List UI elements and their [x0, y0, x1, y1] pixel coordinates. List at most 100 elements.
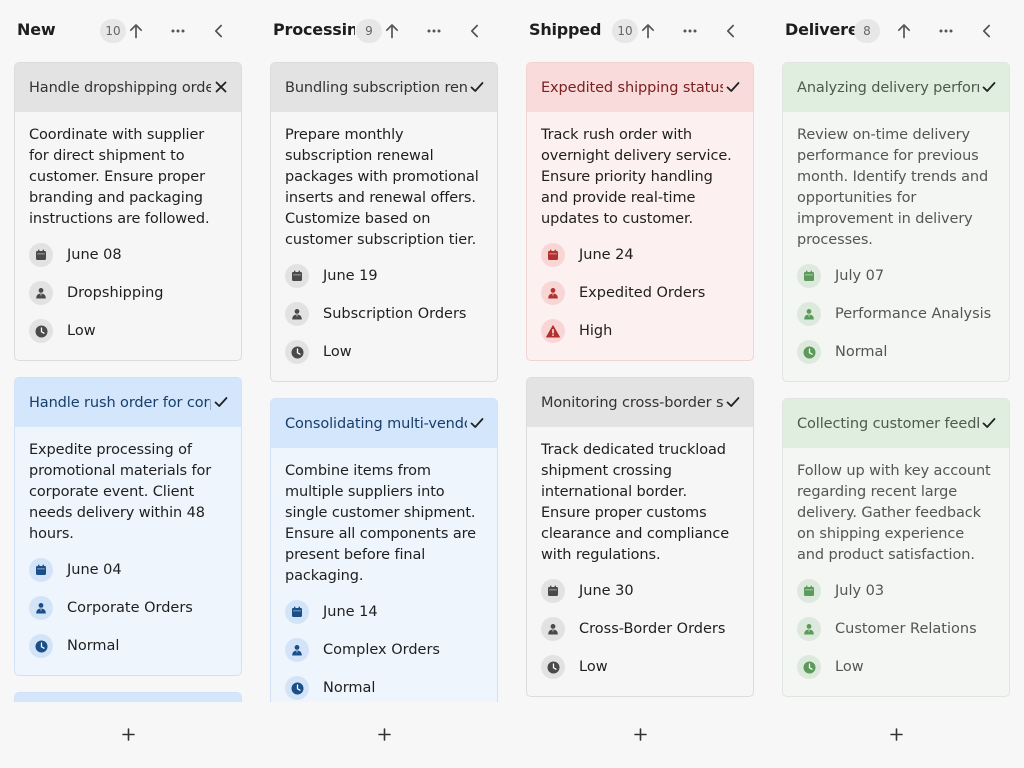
more-options-button[interactable] — [932, 17, 960, 45]
column-delivered: Delivered 8 Analyzing delivery performan… — [768, 0, 1024, 768]
arrow-up-icon — [641, 23, 655, 39]
task-card[interactable]: Monitoring cross-border shipment Track d… — [526, 377, 754, 697]
clock-icon — [29, 319, 53, 343]
card-date: June 08 — [67, 247, 122, 263]
card-title: Handle dropshipping orders — [29, 79, 211, 96]
more-options-button[interactable] — [676, 17, 704, 45]
card-priority: Normal — [67, 638, 120, 654]
column-card-list[interactable]: Handle dropshipping orders Coordinate wi… — [14, 62, 242, 702]
collapse-column-button[interactable] — [460, 17, 488, 45]
complete-card-button[interactable] — [725, 79, 741, 95]
plus-icon — [633, 726, 647, 745]
column-title: Shipped — [529, 20, 602, 39]
task-card[interactable]: Bundling subscription renewals Prepare m… — [270, 62, 498, 382]
check-icon — [982, 414, 996, 433]
card-body: Track rush order with overnight delivery… — [527, 112, 753, 360]
more-options-button[interactable] — [420, 17, 448, 45]
column-card-list[interactable]: Bundling subscription renewals Prepare m… — [270, 62, 498, 702]
kanban-board: New 10 Handle dropshipping orders Coordi… — [0, 0, 1024, 768]
collapse-column-button[interactable] — [972, 17, 1000, 45]
card-category-row: Complex Orders — [285, 637, 483, 663]
task-card[interactable]: Consolidating multi-vendor order Combine… — [270, 398, 498, 702]
collapse-column-button[interactable] — [204, 17, 232, 45]
column-count-badge: 8 — [854, 19, 880, 43]
arrow-up-icon — [897, 23, 911, 39]
move-up-button[interactable] — [378, 17, 406, 45]
add-card-button[interactable] — [768, 722, 1024, 748]
check-icon — [726, 78, 740, 97]
plus-icon — [121, 726, 135, 745]
complete-card-button[interactable] — [469, 79, 485, 95]
check-icon — [470, 78, 484, 97]
task-card[interactable]: Handle dropshipping orders Coordinate wi… — [14, 62, 242, 361]
card-date-row: June 08 — [29, 242, 227, 268]
card-body: Coordinate with supplier for direct ship… — [15, 112, 241, 360]
card-category: Cross-Border Orders — [579, 621, 726, 637]
card-priority: Normal — [323, 680, 376, 696]
add-card-button[interactable] — [0, 722, 256, 748]
complete-card-button[interactable] — [981, 79, 997, 95]
calendar-icon — [797, 264, 821, 288]
check-icon — [214, 393, 228, 412]
card-description: Track dedicated truckload shipment cross… — [541, 442, 730, 563]
column-header: Processing 9 — [256, 14, 512, 48]
column-title: Processing — [273, 20, 355, 39]
check-icon — [726, 393, 740, 412]
move-up-button[interactable] — [122, 17, 150, 45]
clock-icon — [29, 634, 53, 658]
card-category-row: Performance Analysis — [797, 301, 995, 327]
card-priority: Low — [323, 344, 352, 360]
task-card[interactable]: Analyzing delivery performance Review on… — [782, 62, 1010, 382]
card-priority: Low — [835, 659, 864, 675]
complete-card-button[interactable] — [213, 394, 229, 410]
card-date: June 24 — [579, 247, 634, 263]
close-icon — [215, 78, 227, 97]
column-card-list[interactable]: Expedited shipping status update Track r… — [526, 62, 754, 702]
move-up-button[interactable] — [634, 17, 662, 45]
card-title: Bundling subscription renewals — [285, 79, 467, 96]
complete-card-button[interactable] — [469, 415, 485, 431]
add-card-button[interactable] — [512, 722, 768, 748]
card-body: Follow up with key account regarding rec… — [783, 448, 1009, 696]
task-card[interactable]: Handle rush order for corporate event Ex… — [14, 377, 242, 676]
task-card[interactable]: Collecting customer feedback Follow up w… — [782, 398, 1010, 697]
card-description: Track rush order with overnight delivery… — [541, 127, 732, 227]
task-card[interactable]: Expedited shipping status update Track r… — [526, 62, 754, 361]
card-category-row: Customer Relations — [797, 616, 995, 642]
dismiss-card-button[interactable] — [213, 79, 229, 95]
card-date: June 30 — [579, 583, 634, 599]
card-title: Handle rush order for corporate event — [29, 394, 211, 411]
column-processing: Processing 9 Bundling subscription renew… — [256, 0, 512, 768]
card-date-row: June 19 — [285, 263, 483, 289]
card-priority-row: Normal — [285, 675, 483, 701]
card-date: July 03 — [835, 583, 885, 599]
warning-icon — [541, 319, 565, 343]
person-icon — [29, 281, 53, 305]
collapse-column-button[interactable] — [716, 17, 744, 45]
complete-card-button[interactable] — [725, 394, 741, 410]
more-horizontal-icon — [427, 29, 441, 33]
complete-card-button[interactable] — [981, 415, 997, 431]
chevron-left-icon — [726, 24, 735, 38]
column-title: New — [17, 20, 56, 39]
column-new: New 10 Handle dropshipping orders Coordi… — [0, 0, 256, 768]
card-date-row: June 30 — [541, 578, 739, 604]
card-header: Handle dropshipping orders — [15, 63, 241, 112]
card-category-row: Expedited Orders — [541, 280, 739, 306]
move-up-button[interactable] — [890, 17, 918, 45]
card-header: Analyzing delivery performance — [783, 63, 1009, 112]
person-icon — [797, 302, 821, 326]
card-category: Customer Relations — [835, 621, 977, 637]
card-date-row: July 03 — [797, 578, 995, 604]
plus-icon — [377, 726, 391, 745]
chevron-left-icon — [470, 24, 479, 38]
task-card[interactable] — [14, 692, 242, 702]
clock-icon — [285, 676, 309, 700]
card-category-row: Cross-Border Orders — [541, 616, 739, 642]
card-body: Track dedicated truckload shipment cross… — [527, 427, 753, 696]
column-card-list[interactable]: Analyzing delivery performance Review on… — [782, 62, 1010, 702]
add-card-button[interactable] — [256, 722, 512, 748]
more-options-button[interactable] — [164, 17, 192, 45]
clock-icon — [285, 340, 309, 364]
card-body: Expedite processing of promotional mater… — [15, 427, 241, 675]
